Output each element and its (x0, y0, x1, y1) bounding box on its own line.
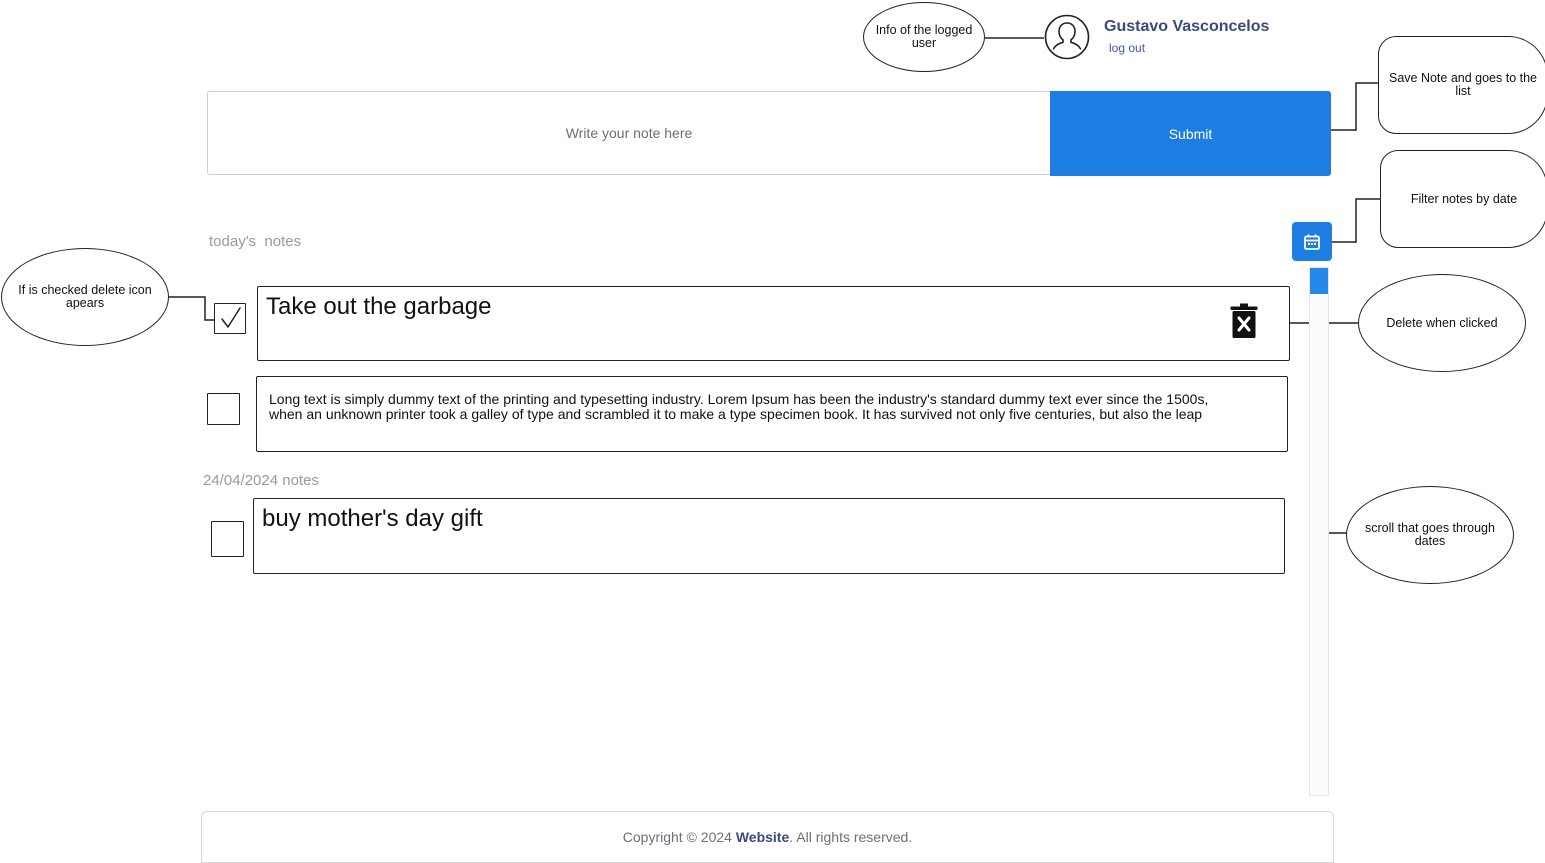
footer-suffix: . All rights reserved. (789, 829, 913, 845)
callout-save-note: Save Note and goes to the list (1378, 36, 1545, 134)
date-scrollbar-thumb[interactable] (1310, 268, 1328, 294)
date-scrollbar-track[interactable] (1309, 267, 1329, 796)
callout-delete-click: Delete when clicked (1358, 274, 1526, 372)
footer: Copyright © 2024 Website. All rights res… (201, 811, 1334, 863)
note-card[interactable]: Take out the garbage (257, 286, 1290, 361)
user-avatar-icon (1044, 14, 1090, 60)
note-checkbox-checked[interactable] (214, 303, 246, 334)
footer-prefix: Copyright © 2024 (622, 829, 736, 845)
note-text: Long text is simply dummy text of the pr… (269, 391, 1209, 422)
callout-logged-user-text: Info of the logged user (875, 23, 973, 50)
user-name: Gustavo Vasconcelos (1104, 18, 1270, 35)
note-input[interactable] (207, 91, 1050, 175)
note-card[interactable]: Long text is simply dummy text of the pr… (256, 376, 1288, 452)
calendar-icon (1304, 234, 1320, 250)
callout-delete-click-text: Delete when clicked (1386, 315, 1498, 330)
note-text: Take out the garbage (266, 293, 492, 320)
note-text: buy mother's day gift (262, 505, 483, 532)
note-checkbox[interactable] (211, 521, 244, 557)
footer-brand-link[interactable]: Website (736, 829, 789, 845)
callout-save-note-text: Save Note and goes to the list (1388, 71, 1538, 98)
section-title-date: 24/04/2024 notes (203, 472, 319, 489)
callout-logged-user: Info of the logged user (863, 2, 985, 72)
callout-filter-date-text: Filter notes by date (1410, 191, 1518, 206)
checkmark-icon (221, 307, 241, 328)
callout-checked-delete: If is checked delete icon apears (1, 248, 169, 346)
callout-scroll-dates-text: scroll that goes through dates (1365, 521, 1495, 548)
trash-delete-icon[interactable] (1230, 303, 1258, 339)
logout-link[interactable]: log out (1109, 41, 1145, 55)
callout-filter-date: Filter notes by date (1380, 150, 1545, 248)
section-title-today: today's notes (209, 233, 302, 250)
note-card[interactable]: buy mother's day gift (253, 498, 1285, 574)
note-checkbox[interactable] (207, 393, 240, 425)
submit-button[interactable]: Submit (1050, 91, 1331, 176)
callout-scroll-dates: scroll that goes through dates (1346, 486, 1514, 584)
date-filter-button[interactable] (1292, 222, 1332, 261)
callout-checked-delete-text: If is checked delete icon apears (18, 283, 152, 310)
